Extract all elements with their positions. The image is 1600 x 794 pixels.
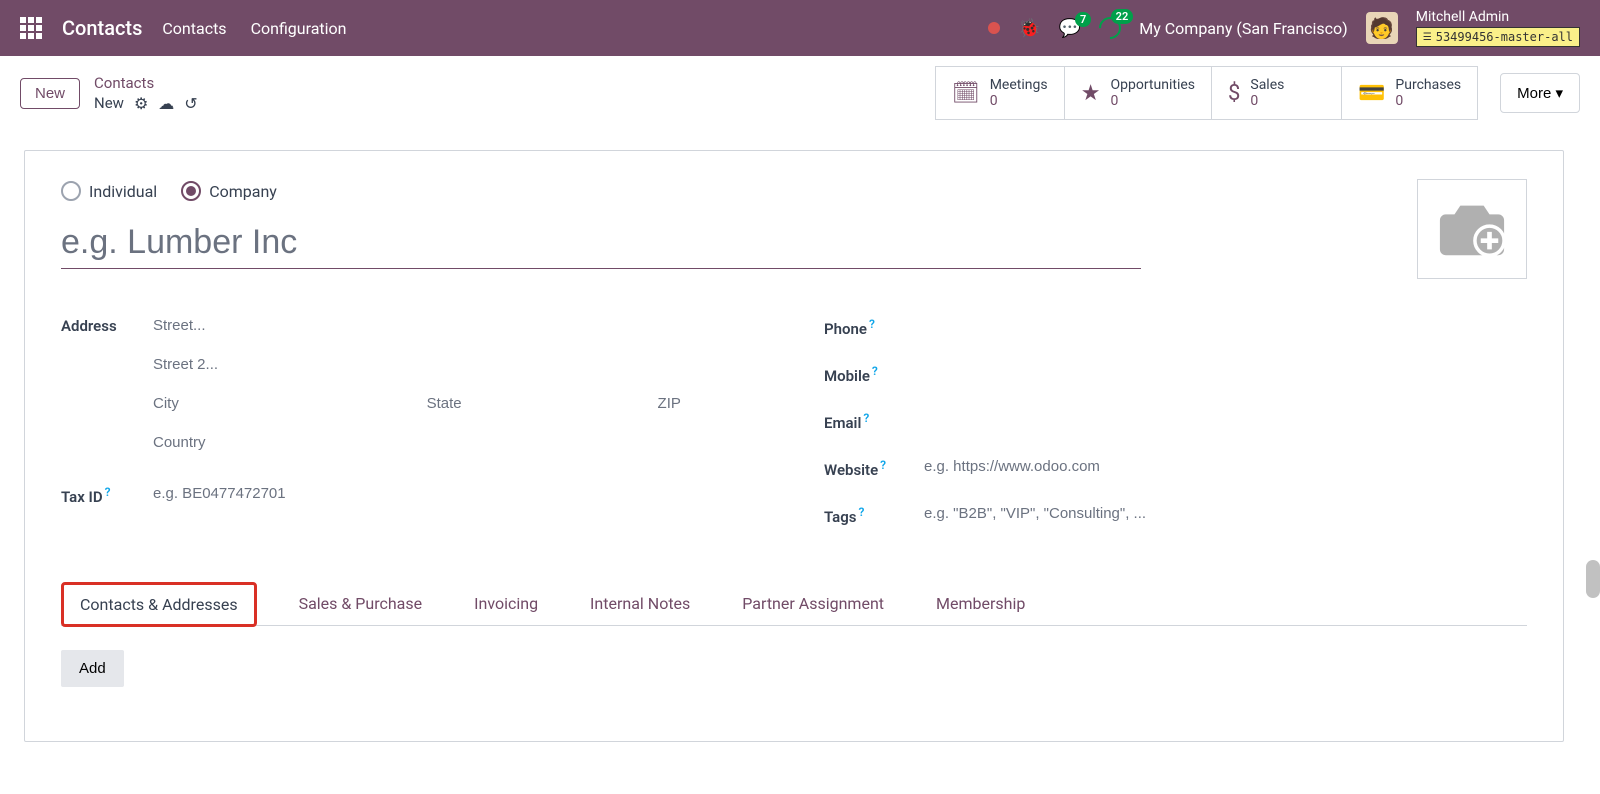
stat-label: Sales xyxy=(1250,77,1284,93)
label-website: Website? xyxy=(824,454,924,479)
star-icon: ★ xyxy=(1081,81,1101,106)
new-button[interactable]: New xyxy=(20,78,80,109)
tab-partner-assignment[interactable]: Partner Assignment xyxy=(732,582,894,625)
website-input[interactable] xyxy=(924,454,1527,479)
help-icon[interactable]: ? xyxy=(863,411,869,425)
street2-input[interactable] xyxy=(153,352,764,377)
undo-icon[interactable]: ↺ xyxy=(184,94,197,113)
state-input[interactable] xyxy=(427,391,640,416)
stat-buttons: 🗓 Meetings0 ★ Opportunities0 $ Sales0 💳 … xyxy=(935,66,1478,120)
help-icon[interactable]: ? xyxy=(105,485,111,499)
more-button[interactable]: More ▾ xyxy=(1500,73,1580,113)
user-name: Mitchell Admin xyxy=(1416,9,1580,25)
label-email: Email? xyxy=(824,407,924,432)
camera-plus-icon xyxy=(1437,199,1507,259)
add-button[interactable]: Add xyxy=(61,650,124,687)
stat-value: 0 xyxy=(990,93,1048,109)
mobile-input[interactable] xyxy=(924,360,1527,385)
breadcrumb-parent[interactable]: Contacts xyxy=(94,74,198,92)
country-input[interactable] xyxy=(153,430,764,455)
stat-value: 0 xyxy=(1111,93,1196,109)
breadcrumb-current: New xyxy=(94,94,124,112)
activities-icon[interactable]: 22 xyxy=(1099,17,1121,39)
zip-input[interactable] xyxy=(658,391,764,416)
topnav-right: 🐞 💬 7 22 My Company (San Francisco) 🧑 Mi… xyxy=(988,9,1580,47)
help-icon[interactable]: ? xyxy=(869,317,875,331)
help-icon[interactable]: ? xyxy=(872,364,878,378)
dollar-icon: $ xyxy=(1228,81,1240,106)
label-phone: Phone? xyxy=(824,313,924,338)
stat-label: Meetings xyxy=(990,77,1048,93)
messages-icon[interactable]: 💬 7 xyxy=(1059,18,1081,39)
radio-label: Company xyxy=(209,182,277,201)
label-address: Address xyxy=(61,313,153,455)
tags-input[interactable] xyxy=(924,501,1527,526)
tab-internal-notes[interactable]: Internal Notes xyxy=(580,582,700,625)
radio-company[interactable]: Company xyxy=(181,181,277,201)
menu-configuration[interactable]: Configuration xyxy=(251,19,347,38)
label-tags: Tags? xyxy=(824,501,924,526)
form-sheet: Individual Company Address xyxy=(24,150,1564,742)
name-input[interactable] xyxy=(61,217,1141,269)
company-switcher[interactable]: My Company (San Francisco) xyxy=(1139,19,1348,38)
stat-value: 0 xyxy=(1395,93,1461,109)
label-mobile: Mobile? xyxy=(824,360,924,385)
stat-value: 0 xyxy=(1250,93,1284,109)
stat-opportunities[interactable]: ★ Opportunities0 xyxy=(1065,66,1212,120)
topnav: Contacts Contacts Configuration 🐞 💬 7 22… xyxy=(0,0,1600,56)
street-input[interactable] xyxy=(153,313,764,338)
card-icon: 💳 xyxy=(1358,81,1385,106)
stat-label: Opportunities xyxy=(1111,77,1196,93)
stat-meetings[interactable]: 🗓 Meetings0 xyxy=(935,66,1065,120)
breadcrumb-row: New Contacts New ⚙ ☁ ↺ 🗓 Meetings0 ★ Opp… xyxy=(0,56,1600,130)
brand-title: Contacts xyxy=(62,16,142,40)
cloud-save-icon[interactable]: ☁ xyxy=(158,94,174,113)
gear-icon[interactable]: ⚙ xyxy=(134,94,148,113)
help-icon[interactable]: ? xyxy=(880,458,886,472)
scrollbar-thumb[interactable] xyxy=(1586,560,1600,598)
tab-membership[interactable]: Membership xyxy=(926,582,1035,625)
apps-icon[interactable] xyxy=(20,17,42,39)
avatar[interactable]: 🧑 xyxy=(1366,12,1398,44)
help-icon[interactable]: ? xyxy=(859,505,865,519)
stat-sales[interactable]: $ Sales0 xyxy=(1212,66,1342,120)
radio-label: Individual xyxy=(89,182,157,201)
messages-badge: 7 xyxy=(1075,12,1091,27)
notebook-tabs: Contacts & Addresses Sales & Purchase In… xyxy=(61,582,1527,626)
phone-input[interactable] xyxy=(924,313,1527,338)
tab-pane-contacts: Add xyxy=(61,626,1527,711)
radio-individual[interactable]: Individual xyxy=(61,181,157,201)
tab-sales-purchase[interactable]: Sales & Purchase xyxy=(289,582,433,625)
topnav-menu: Contacts Configuration xyxy=(162,19,346,38)
activities-badge: 22 xyxy=(1111,9,1134,24)
taxid-input[interactable] xyxy=(153,481,764,506)
tab-contacts-addresses[interactable]: Contacts & Addresses xyxy=(61,582,257,627)
stat-label: Purchases xyxy=(1395,77,1461,93)
record-icon[interactable] xyxy=(988,22,1000,34)
menu-contacts[interactable]: Contacts xyxy=(162,19,226,38)
bug-icon[interactable]: 🐞 xyxy=(1018,18,1040,39)
city-input[interactable] xyxy=(153,391,409,416)
stat-purchases[interactable]: 💳 Purchases0 xyxy=(1342,66,1478,120)
tab-invoicing[interactable]: Invoicing xyxy=(464,582,548,625)
label-taxid: Tax ID? xyxy=(61,481,153,506)
db-tag: 53499456-master-all xyxy=(1416,27,1580,47)
email-input[interactable] xyxy=(924,407,1527,432)
user-block[interactable]: Mitchell Admin 53499456-master-all xyxy=(1416,9,1580,47)
image-upload[interactable] xyxy=(1417,179,1527,279)
calendar-icon: 🗓 xyxy=(952,81,980,106)
